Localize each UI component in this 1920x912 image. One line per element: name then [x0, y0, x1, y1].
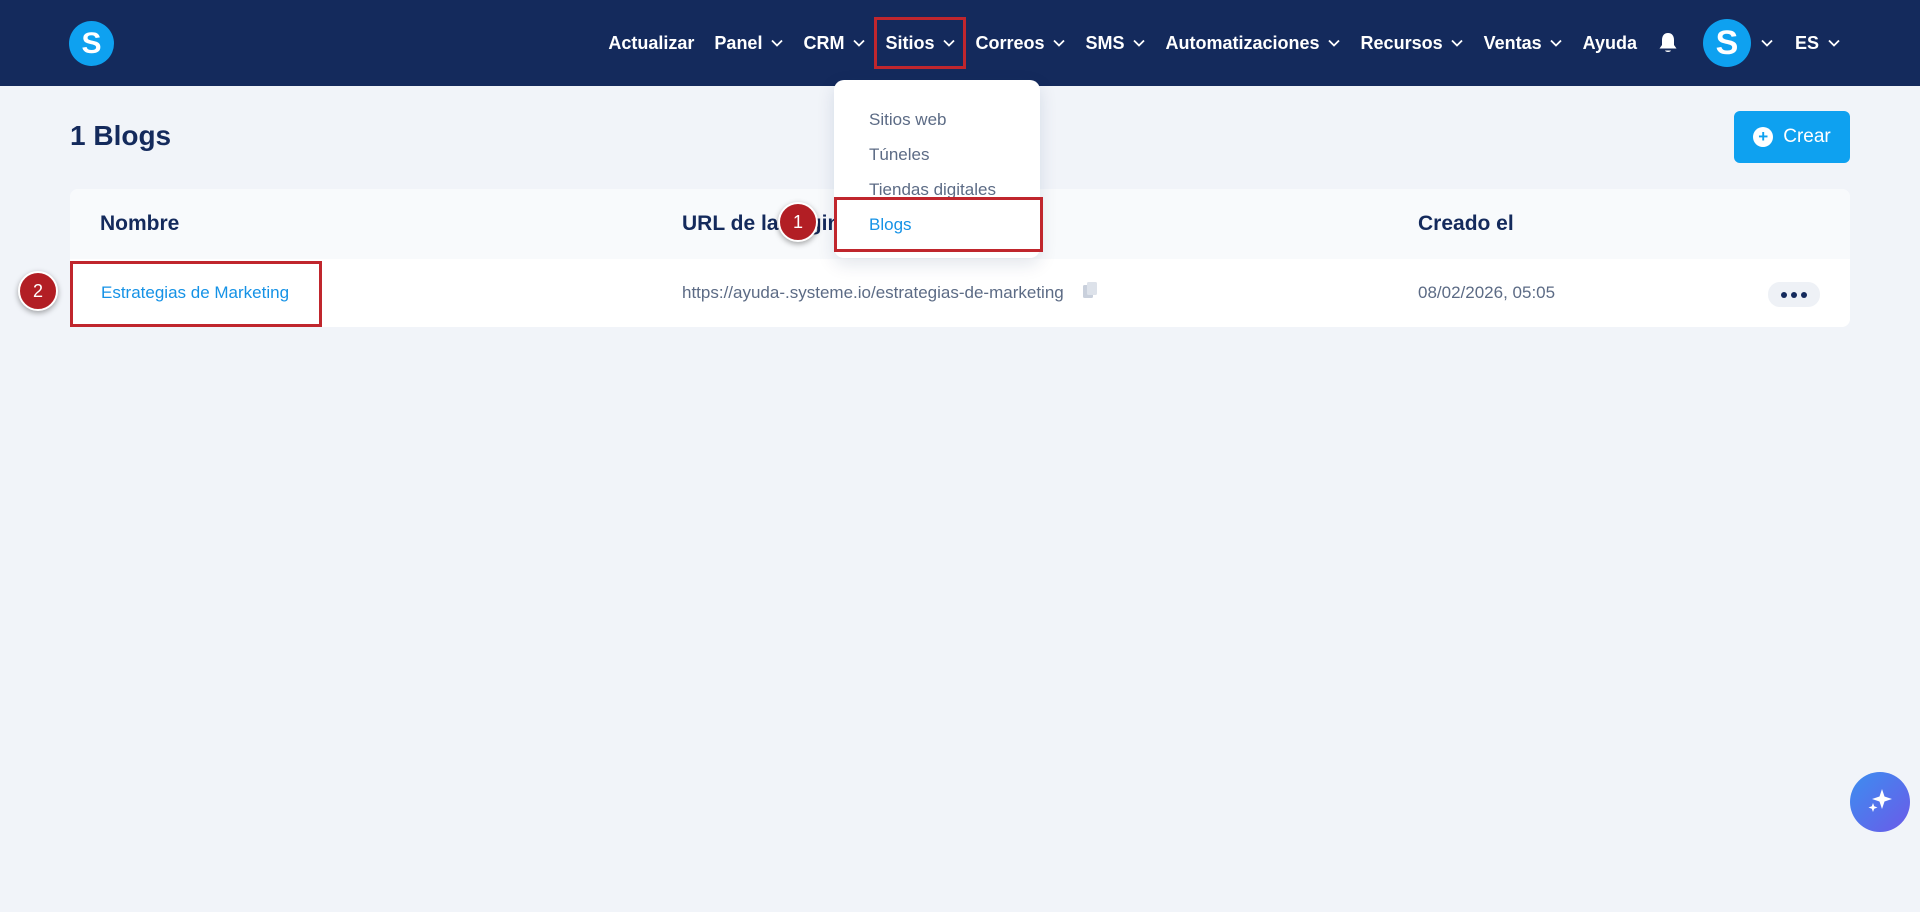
create-button[interactable]: + Crear: [1734, 111, 1850, 163]
plus-circle-icon: +: [1753, 127, 1774, 147]
chevron-down-icon: [1133, 37, 1146, 50]
copy-icon[interactable]: [1082, 260, 1098, 327]
nav-item-sms[interactable]: SMS: [1076, 18, 1156, 68]
more-actions-button[interactable]: [1768, 282, 1820, 307]
language-selector[interactable]: ES: [1785, 18, 1850, 68]
dot-icon: [1791, 291, 1797, 298]
nav-item-crm[interactable]: CRM: [793, 18, 875, 68]
top-navigation-bar: S Actualizar Panel CRM Sitios Correos SM…: [0, 0, 1920, 86]
nav-item-ayuda[interactable]: Ayuda: [1573, 18, 1647, 68]
menu-item-tiendas-digitales[interactable]: Tiendas digitales: [834, 172, 1040, 207]
chevron-down-icon: [852, 37, 865, 50]
menu-item-sitios-web[interactable]: Sitios web: [834, 102, 1040, 137]
avatar[interactable]: S: [1702, 19, 1751, 67]
step-badge-1: 1: [778, 202, 818, 242]
logo-letter: S: [81, 26, 102, 60]
menu-item-tuneles[interactable]: Túneles: [834, 137, 1040, 172]
nav-item-ventas[interactable]: Ventas: [1474, 18, 1573, 68]
chevron-down-icon: [1550, 37, 1563, 50]
chevron-down-icon: [1827, 37, 1840, 50]
chevron-down-icon: [1451, 37, 1464, 50]
nav-item-automatizaciones[interactable]: Automatizaciones: [1156, 18, 1351, 68]
step-badge-2: 2: [18, 271, 58, 311]
table-row: Estrategias de Marketing https://ayuda-.…: [70, 259, 1850, 327]
sitios-dropdown-menu: Sitios web Túneles Tiendas digitales Blo…: [834, 80, 1040, 258]
column-header-created: Creado el: [1418, 212, 1514, 235]
blog-url: https://ayuda-.systeme.io/estrategias-de…: [682, 283, 1064, 302]
blog-created-date: 08/02/2026, 05:05: [1418, 283, 1556, 302]
page-title: 1 Blogs: [70, 120, 172, 151]
nav-item-sitios[interactable]: Sitios: [874, 17, 967, 69]
nav-item-recursos[interactable]: Recursos: [1351, 18, 1474, 68]
blog-name-link[interactable]: Estrategias de Marketing: [101, 259, 289, 327]
ai-assistant-button[interactable]: [1850, 772, 1910, 832]
chevron-down-icon: [1053, 37, 1066, 50]
chevron-down-icon: [1761, 34, 1773, 52]
main-nav: Actualizar Panel CRM Sitios Correos SMS …: [598, 0, 1850, 86]
bell-icon[interactable]: [1651, 18, 1685, 68]
menu-item-blogs[interactable]: Blogs: [834, 207, 1040, 242]
nav-item-actualizar[interactable]: Actualizar: [598, 18, 704, 68]
column-header-name: Nombre: [100, 212, 180, 235]
chevron-down-icon: [770, 37, 783, 50]
column-header-url: URL de la página: [682, 212, 852, 235]
blog-url-cell: https://ayuda-.systeme.io/estrategias-de…: [682, 259, 1098, 327]
sparkle-icon: [1865, 785, 1895, 820]
dot-icon: [1781, 291, 1787, 298]
dot-icon: [1801, 291, 1807, 298]
chevron-down-icon: [942, 37, 955, 50]
nav-item-correos[interactable]: Correos: [965, 18, 1075, 68]
nav-item-panel[interactable]: Panel: [704, 18, 793, 68]
chevron-down-icon: [1328, 37, 1341, 50]
app-logo[interactable]: S: [69, 21, 114, 66]
user-menu[interactable]: S: [1693, 19, 1785, 67]
